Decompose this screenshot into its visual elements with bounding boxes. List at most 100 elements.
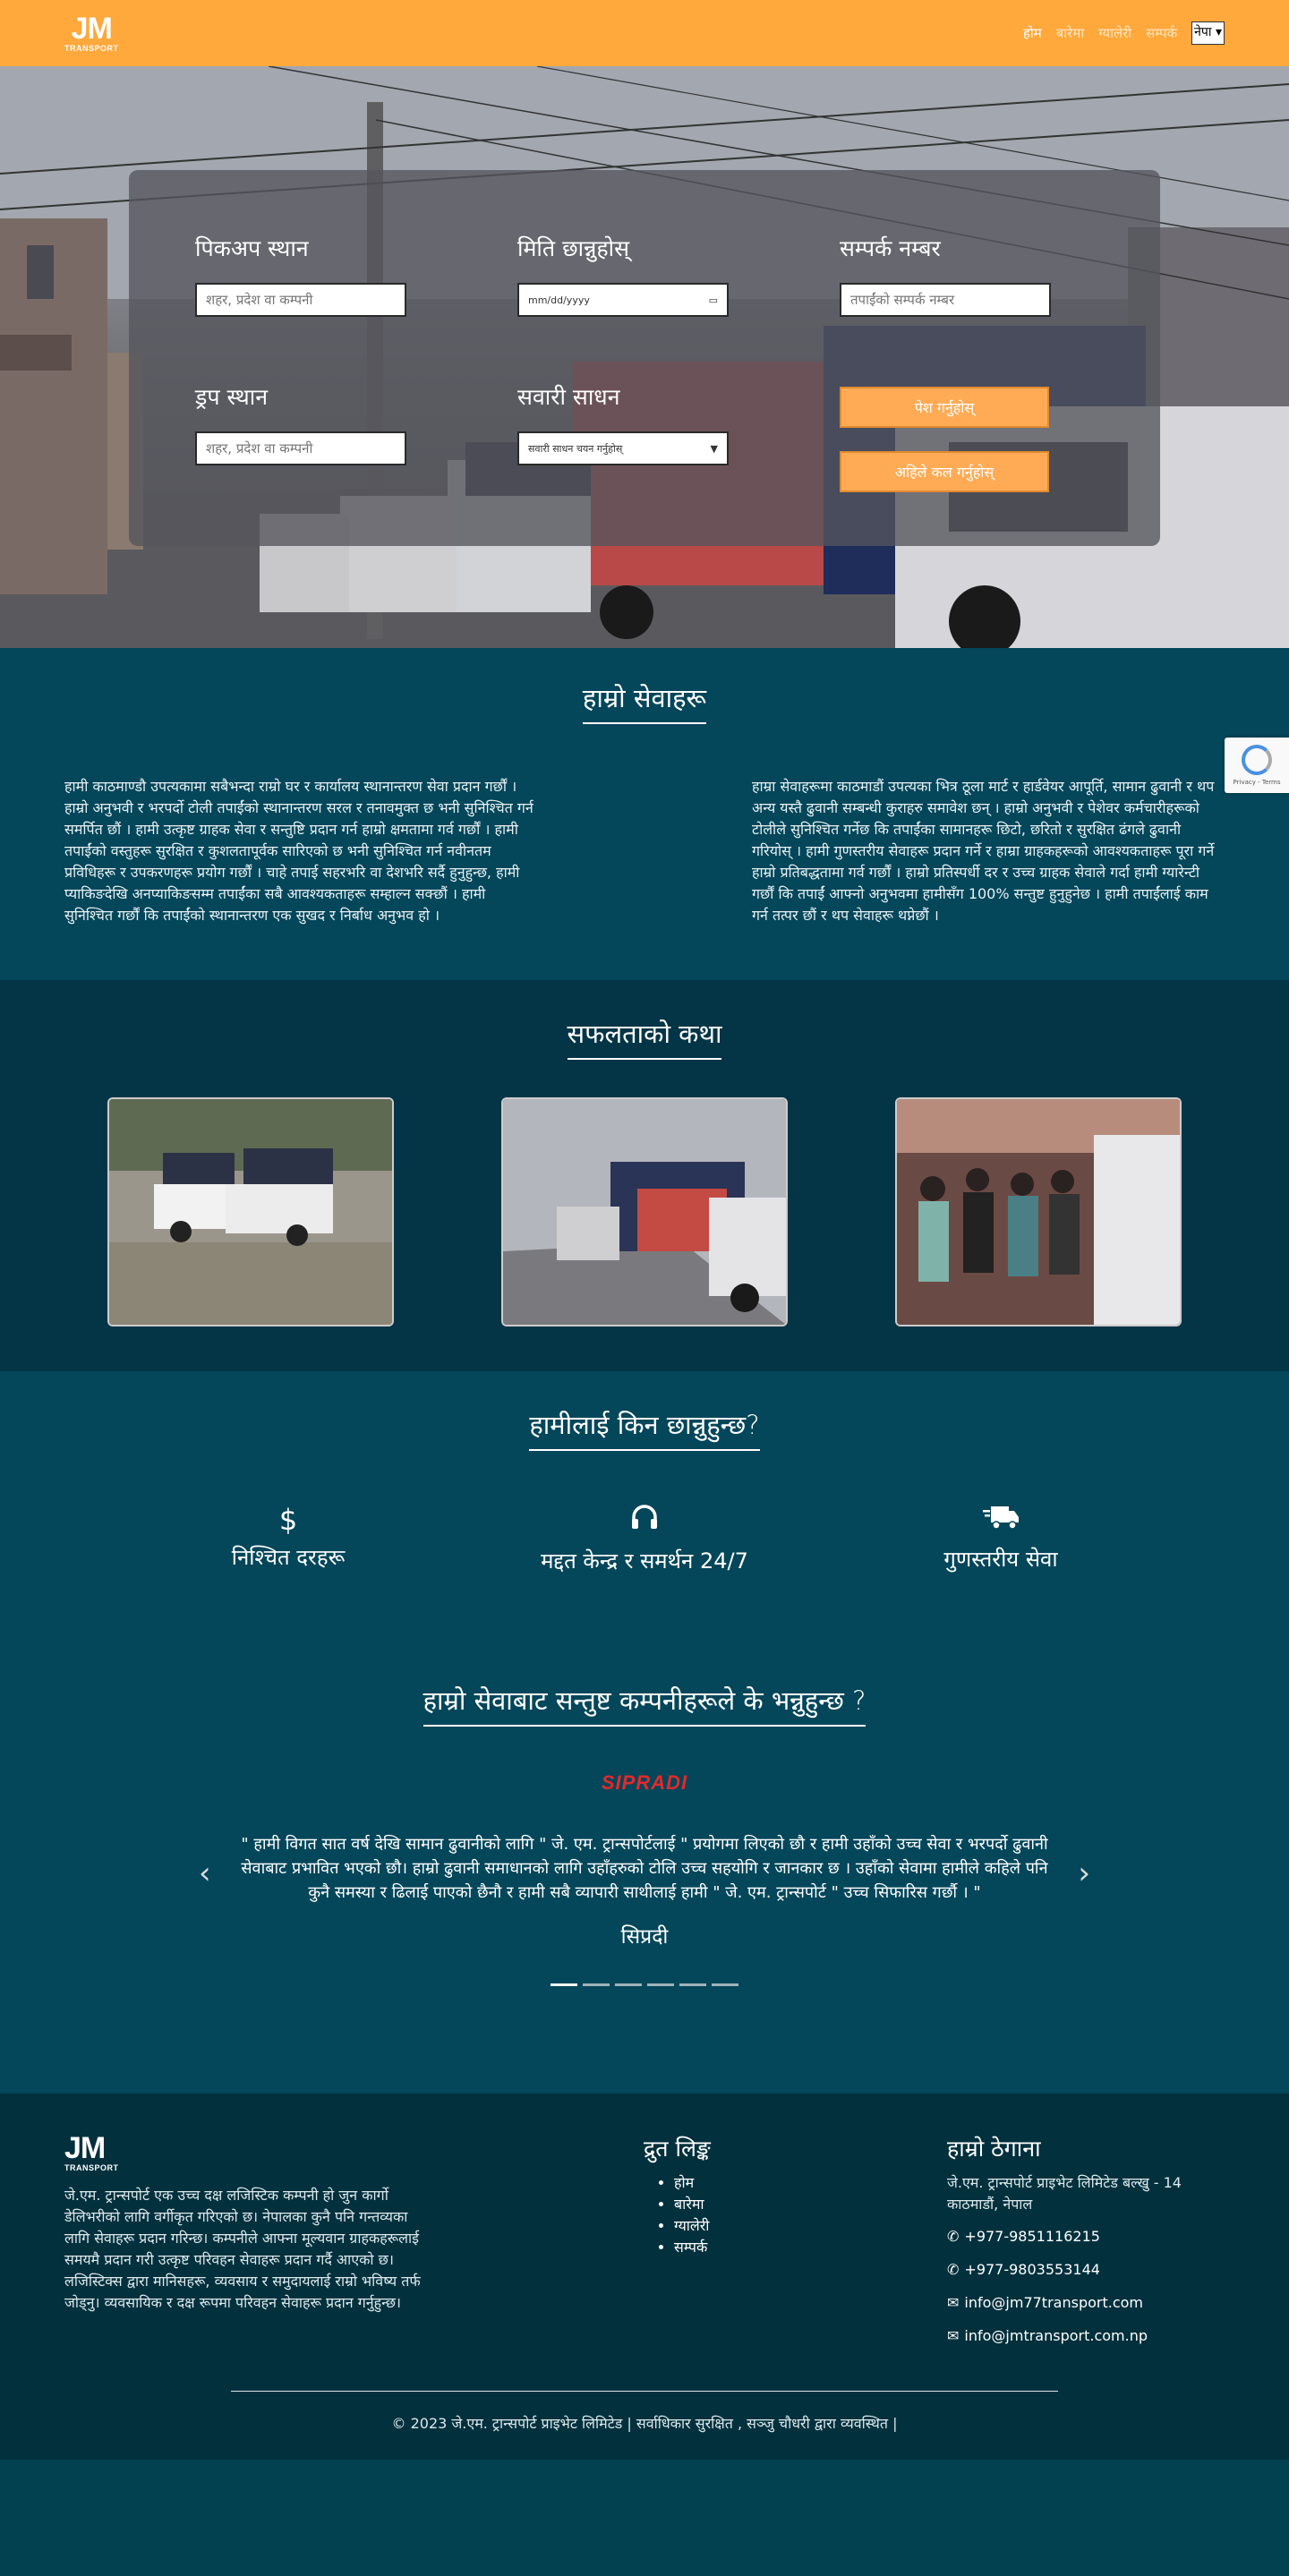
story-photo-1-image [109,1099,392,1325]
caret-down-icon: ▼ [710,442,718,455]
carousel-dot[interactable] [583,1983,610,1986]
logo-subtitle: TRANSPORT [64,2163,119,2172]
stories-title: सफलताको कथा [107,1016,1182,1060]
feature-quality: गुणस्तरीय सेवा [884,1503,1117,1575]
vehicle-label: सवारी साधन [517,384,620,410]
carousel-dot[interactable] [615,1983,642,1986]
phone-icon: ✆ [947,2261,960,2278]
logo-mark: JM [64,2131,106,2165]
copyright-text: © 2023 जे.एम. ट्रान्सपोर्ट प्राइभेट लिमि… [391,2415,898,2432]
footer-link-gallery[interactable]: ग्यालेरी [674,2215,826,2237]
testimonial-author: सिप्रदी [620,1925,669,1949]
carousel-indicators [64,1983,1225,1986]
site-logo[interactable]: JM TRANSPORT [64,13,119,53]
contact-field: सम्पर्क नम्बर [840,233,1051,317]
phone-1[interactable]: ✆ +977-9851116215 [947,2228,1225,2245]
email-1[interactable]: ✉ info@jm77transport.com [947,2294,1225,2311]
contact-input[interactable] [840,283,1051,317]
booking-form: पिकअप स्थान मिति छान्नुहोस् mm/dd/yyyy▭ … [129,170,1160,546]
story-photo-crowd[interactable] [895,1097,1182,1326]
carousel-dot[interactable] [679,1983,706,1986]
pickup-label: पिकअप स्थान [195,235,309,261]
vehicle-field: सवारी साधन सवारी साधन चयन गर्नुहोस् ▼ [517,381,729,465]
date-placeholder: mm/dd/yyyy [528,294,590,306]
nav-contact[interactable]: सम्पर्क [1146,24,1177,42]
services-text: हामी काठमाण्डौ उपत्यकामा सबैभन्दा राम्रो… [64,776,1225,926]
date-input[interactable]: mm/dd/yyyy ▭ [517,283,729,317]
hero-section: पिकअप स्थान मिति छान्नुहोस् mm/dd/yyyy▭ … [0,66,1289,648]
date-field: मिति छान्नुहोस् mm/dd/yyyy ▭ [517,233,729,317]
footer-quick-links: द्रुत लिङ्क होम बारेमा ग्यालेरी सम्पर्क [558,2133,826,2360]
language-value: नेपा [1194,25,1212,39]
nav-home[interactable]: होम [1023,24,1042,42]
client-logo: SIPRADI [601,1771,688,1794]
nav-about[interactable]: बारेमा [1056,24,1084,42]
feature-fixed-rates: $ निश्चित दरहरू [172,1503,405,1575]
dollar-icon: $ [278,1503,298,1537]
drop-label: ड्रप स्थान [195,384,269,410]
headset-icon [528,1503,761,1540]
language-select[interactable]: नेपा ▾ [1191,21,1225,45]
vehicle-select[interactable]: सवारी साधन चयन गर्नुहोस् ▼ [517,431,729,465]
logo-mark: JM [71,12,113,46]
why-title: हामीलाई किन छान्नुहुन्छ? [64,1407,1225,1451]
date-label: मिति छान्नुहोस् [517,235,629,261]
address-title: हाम्रो ठेगाना [947,2136,1041,2162]
logo-subtitle: TRANSPORT [64,44,119,53]
feature-list: $ निश्चित दरहरू मद्दत केन्द्र र समर्थन 2… [64,1503,1225,1575]
phone-icon: ✆ [947,2228,960,2245]
pickup-input[interactable] [195,283,406,317]
carousel-dot[interactable] [647,1983,674,1986]
story-photo-3-image [897,1099,1180,1325]
recaptcha-icon [1242,745,1272,775]
phone-2[interactable]: ✆ +977-9803553144 [947,2261,1225,2278]
story-photo-2-image [503,1099,786,1325]
nav-gallery[interactable]: ग्यालेरी [1098,24,1131,42]
services-paragraph-2: हाम्रा सेवाहरूमा काठमाडौं उपत्यका भित्र … [752,778,1215,924]
footer-logo[interactable]: JM TRANSPORT [64,2133,127,2172]
success-stories-section: सफलताको कथा [0,980,1289,1371]
submit-button[interactable]: पेश गर्नुहोस् [840,387,1049,428]
chevron-down-icon: ▾ [1215,25,1222,39]
carousel-dot[interactable] [712,1983,738,1986]
contact-label: सम्पर्क नम्बर [840,235,941,261]
top-navbar: JM TRANSPORT होम बारेमा ग्यालेरी सम्पर्क… [0,0,1289,66]
pickup-field: पिकअप स्थान [195,233,406,317]
feature-label: मद्दत केन्द्र र समर्थन 24/7 [541,1548,748,1574]
story-photo-trucks-road[interactable] [501,1097,788,1326]
address-text: जे.एम. ट्रान्सपोर्ट प्राइभेट लिमिटेड बल्… [947,2174,1182,2213]
services-section: हाम्रो सेवाहरू हामी काठमाण्डौ उपत्यकामा … [0,648,1289,980]
call-now-button[interactable]: अहिले कल गर्नुहोस् [840,451,1049,492]
vehicle-value: सवारी साधन चयन गर्नुहोस् [528,442,623,455]
feature-support: मद्दत केन्द्र र समर्थन 24/7 [528,1503,761,1575]
testimonials: हाम्रो सेवाबाट सन्तुष्ट कम्पनीहरूले के भ… [64,1683,1225,1986]
testimonial-quote: " हामी विगत सात वर्ष देखि सामान ढुवानीको… [241,1835,1048,1902]
drop-input[interactable] [195,431,406,465]
story-gallery [107,1097,1182,1326]
quick-links-title: द्रुत लिङ्क [644,2136,711,2162]
feature-label: गुणस्तरीय सेवा [943,1547,1058,1572]
envelope-icon: ✉ [947,2294,960,2311]
story-photo-trucks-muddy[interactable] [107,1097,394,1326]
recaptcha-badge[interactable]: Privacy - Terms [1225,738,1289,793]
main-nav: होम बारेमा ग्यालेरी सम्पर्क नेपा ▾ [1023,21,1225,45]
footer-link-home[interactable]: होम [674,2172,826,2194]
footer-link-about[interactable]: बारेमा [674,2194,826,2215]
carousel-dot[interactable] [551,1983,577,1986]
site-footer: JM TRANSPORT जे.एम. ट्रान्सपोर्ट एक उच्च… [0,2094,1289,2460]
footer-about-text: जे.एम. ट्रान्सपोर्ट एक उच्च दक्ष लजिस्टि… [64,2187,421,2311]
footer-about: JM TRANSPORT जे.एम. ट्रान्सपोर्ट एक उच्च… [64,2133,437,2360]
recaptcha-text: Privacy - Terms [1233,779,1281,786]
next-arrow-icon[interactable]: › [1078,1855,1090,1891]
footer-divider [231,2391,1058,2392]
email-2[interactable]: ✉ info@jmtransport.com.np [947,2327,1225,2344]
feature-label: निश्चित दरहरू [231,1545,346,1570]
services-title: हाम्रो सेवाहरू [64,680,1225,724]
calendar-icon[interactable]: ▭ [709,294,718,306]
footer-link-contact[interactable]: सम्पर्क [674,2237,826,2258]
services-paragraph-1: हामी काठमाण्डौ उपत्यकामा सबैभन्दा राम्रो… [64,778,534,924]
truck-fast-icon [884,1503,1117,1539]
prev-arrow-icon[interactable]: ‹ [199,1855,211,1891]
footer-address: हाम्रो ठेगाना जे.एम. ट्रान्सपोर्ट प्राइभ… [947,2133,1225,2360]
envelope-icon: ✉ [947,2327,960,2344]
